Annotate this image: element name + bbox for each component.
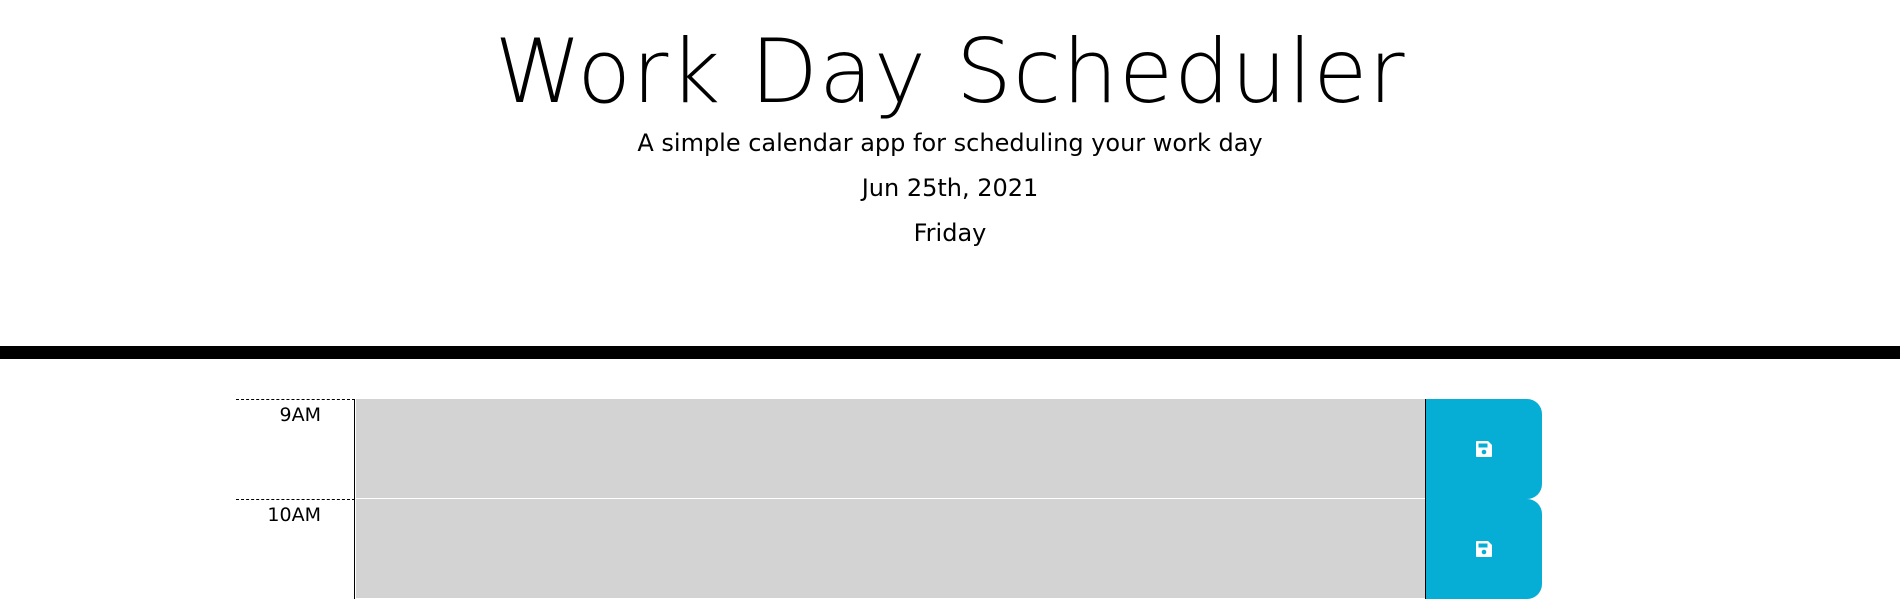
current-weekday: Friday — [913, 219, 987, 247]
save-icon — [1475, 440, 1493, 458]
hour-label: 10AM — [236, 499, 355, 599]
hour-label: 9AM — [236, 399, 355, 499]
event-description-input[interactable] — [356, 399, 1426, 499]
save-icon — [1475, 540, 1493, 558]
current-date: Jun 25th, 2021 — [861, 174, 1039, 202]
save-button[interactable] — [1425, 499, 1542, 599]
time-block-list: 9AM 10AM — [236, 399, 1542, 599]
header-divider — [0, 346, 1900, 359]
jumbotron-header: Work Day Scheduler A simple calendar app… — [0, 0, 1900, 346]
time-block-10am: 10AM — [236, 499, 1542, 599]
time-block-9am: 9AM — [236, 399, 1542, 499]
event-description-input[interactable] — [356, 499, 1426, 599]
page-title: Work Day Scheduler — [494, 20, 1406, 123]
save-button[interactable] — [1425, 399, 1542, 499]
page-subtitle: A simple calendar app for scheduling you… — [637, 129, 1263, 157]
